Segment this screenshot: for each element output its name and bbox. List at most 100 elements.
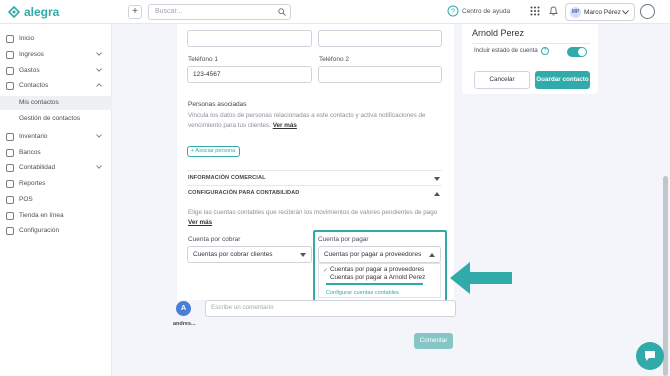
reports-icon <box>6 180 14 188</box>
see-more-link[interactable]: Ver más <box>273 122 297 129</box>
divider <box>472 43 590 44</box>
commercial-info-header[interactable]: INFORMACIÓN COMERCIAL <box>188 175 266 181</box>
include-statement-label: Incluir estado de cuenta <box>474 48 538 54</box>
comment-input[interactable] <box>211 304 451 311</box>
profile-circle-icon[interactable] <box>640 4 655 19</box>
expenses-icon <box>6 67 14 75</box>
receivable-value: Cuentas por cobrar clientes <box>193 251 273 258</box>
sidebar-item-inventario[interactable]: Inventario <box>0 130 112 144</box>
sidebar-item-label: Inicio <box>19 35 35 42</box>
chat-icon <box>645 351 655 361</box>
top-bar: alegra + ? Centro de ayuda MP Marco Pére… <box>0 0 670 24</box>
receivable-select[interactable]: Cuentas por cobrar clientes <box>187 246 312 263</box>
sidebar-item-mis-contactos[interactable]: Mis contactos <box>0 96 112 110</box>
associated-persons-desc: Vincula los datos de personas relacionad… <box>188 111 428 131</box>
sidebar-item-inicio[interactable]: Inicio <box>0 32 112 46</box>
store-icon <box>6 212 14 220</box>
receivable-label: Cuenta por cobrar <box>188 236 241 243</box>
bank-icon <box>6 149 14 157</box>
caret-up-icon[interactable] <box>434 192 440 196</box>
see-more-link-2[interactable]: Ver más <box>188 219 212 226</box>
sidebar-item-label: Mis contactos <box>19 99 59 106</box>
phone1-label: Teléfono 1 <box>188 56 218 63</box>
sidebar-item-label: Bancos <box>19 149 41 156</box>
search-input[interactable] <box>155 8 275 15</box>
chevron-up-icon <box>96 83 102 87</box>
sidebar-item-contabilidad[interactable]: Contabilidad <box>0 161 112 175</box>
sidebar-item-label: Ingresos <box>19 51 44 58</box>
add-associated-person-button[interactable]: + Asociar persona <box>187 146 240 157</box>
accounting-config-header[interactable]: CONFIGURACIÓN PARA CONTABILIDAD <box>188 190 299 196</box>
sidebar: Inicio Ingresos Gastos Contactos Mis con… <box>0 24 112 376</box>
phone2-input[interactable] <box>318 66 442 83</box>
contacts-icon <box>6 82 14 90</box>
svg-text:?: ? <box>451 9 455 16</box>
field-above-2[interactable] <box>318 30 442 47</box>
home-icon <box>6 35 14 43</box>
comment-user: andres... <box>173 321 196 327</box>
user-menu[interactable]: MP Marco Pérez <box>565 3 635 21</box>
pos-icon <box>6 196 14 204</box>
sidebar-item-configuracion[interactable]: Configuración <box>0 224 112 238</box>
sidebar-item-label: Configuración <box>19 227 60 234</box>
help-icon[interactable]: ? <box>447 5 459 17</box>
sidebar-item-label: Gestión de contactos <box>19 115 81 122</box>
phone2-label: Teléfono 2 <box>319 56 349 63</box>
sidebar-item-tienda[interactable]: Tienda en línea <box>0 209 112 223</box>
accounting-desc: Elige las cuentas contables que recibirá… <box>188 208 443 228</box>
cancel-button[interactable]: Cancelar <box>474 71 530 89</box>
sidebar-item-gestion-contactos[interactable]: Gestión de contactos <box>0 112 112 126</box>
sidebar-item-reportes[interactable]: Reportes <box>0 177 112 191</box>
comment-button[interactable]: Comentar <box>414 333 453 349</box>
help-icon[interactable]: ? <box>541 47 549 55</box>
highlight-box <box>313 230 447 307</box>
sidebar-item-label: Reportes <box>19 180 46 187</box>
chevron-down-icon <box>96 52 102 56</box>
sidebar-item-gastos[interactable]: Gastos <box>0 64 112 78</box>
associated-persons-title: Personas asociadas <box>188 101 247 108</box>
comment-avatar: A <box>176 301 191 316</box>
contact-name: Arnold Perez <box>472 28 525 38</box>
search-icon[interactable] <box>278 8 286 16</box>
quick-add-button[interactable]: + <box>128 5 142 19</box>
sidebar-item-label: Contactos <box>19 82 49 89</box>
associated-desc-text: Vincula los datos de personas relacionad… <box>188 112 426 129</box>
apps-grid-icon[interactable] <box>530 6 540 16</box>
settings-icon <box>6 227 14 235</box>
caret-down-icon[interactable] <box>434 177 440 181</box>
divider <box>187 170 442 171</box>
alegra-logo[interactable]: alegra <box>8 5 59 19</box>
user-name: Marco Pérez <box>584 9 621 16</box>
inventory-icon <box>6 133 14 141</box>
sidebar-item-label: Inventario <box>19 133 48 140</box>
chevron-down-icon <box>96 68 102 72</box>
caret-down-icon <box>300 253 306 257</box>
sidebar-item-ingresos[interactable]: Ingresos <box>0 48 112 62</box>
include-statement-toggle[interactable] <box>567 47 587 57</box>
income-icon <box>6 51 14 59</box>
alegra-logo-icon <box>8 6 20 18</box>
logo-text: alegra <box>24 5 60 19</box>
sidebar-item-pos[interactable]: POS <box>0 193 112 207</box>
chevron-down-icon <box>96 165 102 169</box>
accounting-icon <box>6 164 14 172</box>
comment-box <box>205 300 456 317</box>
chevron-down-icon <box>622 10 629 15</box>
accounting-desc-text: Elige las cuentas contables que recibirá… <box>188 209 438 216</box>
sidebar-item-label: Contabilidad <box>19 164 56 171</box>
scrollbar-thumb[interactable] <box>663 176 668 376</box>
bell-icon[interactable] <box>549 6 558 16</box>
save-contact-button[interactable]: Guardar contacto <box>535 71 590 89</box>
chat-button[interactable] <box>636 342 664 370</box>
search-box <box>148 4 291 20</box>
help-center-link[interactable]: Centro de ayuda <box>462 8 510 15</box>
sidebar-item-label: POS <box>19 196 33 203</box>
contact-summary-card: Arnold Perez Incluir estado de cuenta ? … <box>462 24 598 94</box>
divider <box>187 185 442 186</box>
field-above-1[interactable] <box>187 30 312 47</box>
sidebar-item-contactos[interactable]: Contactos <box>0 79 112 93</box>
sidebar-item-bancos[interactable]: Bancos <box>0 146 112 160</box>
user-avatar: MP <box>570 7 581 18</box>
phone1-input[interactable]: 123-4567 <box>187 66 312 83</box>
toggle-knob <box>578 48 586 56</box>
